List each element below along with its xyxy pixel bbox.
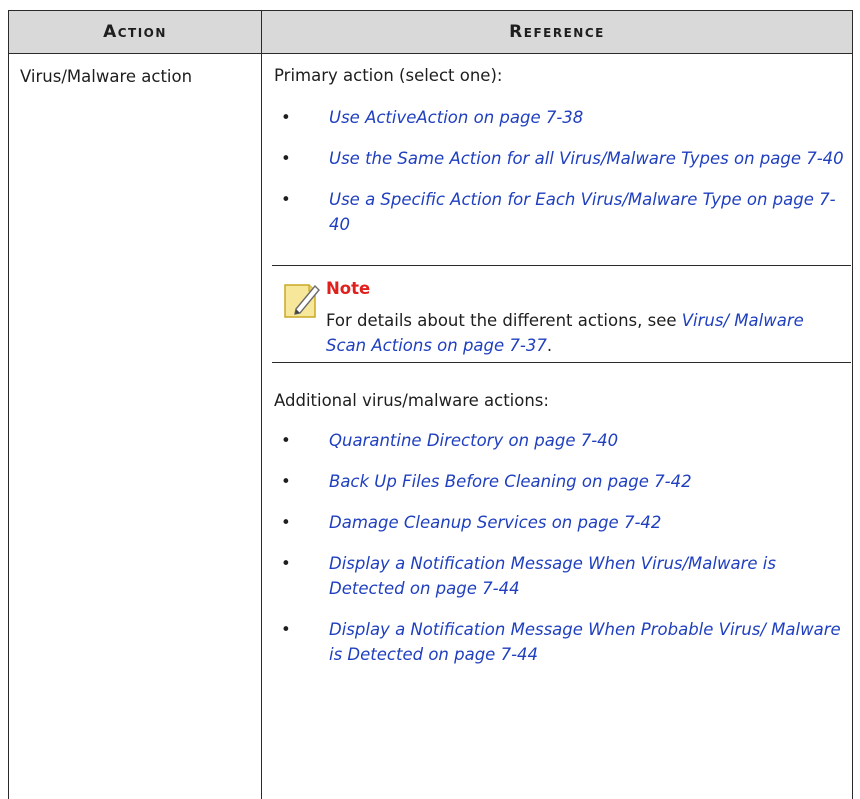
list-item: • Use a Specific Action for Each Virus/M…	[274, 187, 852, 237]
primary-action-intro: Primary action (select one):	[274, 66, 852, 85]
link-damage-cleanup-services[interactable]: Damage Cleanup Services on page 7-42	[329, 513, 661, 532]
column-header-reference: Reference	[262, 11, 853, 54]
bullet: •	[281, 105, 291, 130]
additional-action-list: • Quarantine Directory on page 7-40 • Ba…	[274, 428, 852, 667]
list-item: • Back Up Files Before Cleaning on page …	[274, 469, 852, 494]
bullet: •	[281, 469, 291, 494]
list-item: • Display a Notification Message When Pr…	[274, 617, 852, 667]
reference-table: Action Reference Virus/Malware action Pr…	[8, 10, 853, 799]
column-header-action: Action	[9, 11, 262, 54]
bullet: •	[281, 146, 291, 171]
note-text-prefix: For details about the different actions,…	[326, 311, 682, 330]
link-notification-virus-detected[interactable]: Display a Notification Message When Viru…	[329, 554, 776, 598]
list-item: • Display a Notification Message When Vi…	[274, 551, 852, 601]
note-text-suffix: .	[547, 336, 552, 355]
table-row: Virus/Malware action Primary action (sel…	[9, 54, 853, 799]
table-header-row: Action Reference	[9, 11, 853, 54]
bullet: •	[281, 428, 291, 453]
reference-cell: Primary action (select one): • Use Activ…	[262, 54, 853, 799]
link-use-activeaction[interactable]: Use ActiveAction on page 7-38	[329, 108, 583, 127]
list-item: • Use the Same Action for all Virus/Malw…	[274, 146, 852, 171]
pencil-note-icon	[282, 280, 322, 320]
bullet: •	[281, 187, 291, 212]
note-text: For details about the different actions,…	[326, 308, 846, 358]
action-cell: Virus/Malware action	[9, 54, 262, 799]
bullet: •	[281, 551, 291, 576]
link-notification-probable-virus-detected[interactable]: Display a Notification Message When Prob…	[329, 620, 841, 664]
link-back-up-files[interactable]: Back Up Files Before Cleaning on page 7-…	[329, 472, 692, 491]
list-item: • Damage Cleanup Services on page 7-42	[274, 510, 852, 535]
primary-action-list: • Use ActiveAction on page 7-38 • Use th…	[274, 105, 852, 237]
bullet: •	[281, 617, 291, 642]
link-use-same-action[interactable]: Use the Same Action for all Virus/Malwar…	[329, 149, 844, 168]
list-item: • Use ActiveAction on page 7-38	[274, 105, 852, 130]
link-use-specific-action[interactable]: Use a Specific Action for Each Virus/Mal…	[329, 190, 836, 234]
additional-action-intro: Additional virus/malware actions:	[274, 391, 852, 410]
note-box: Note For details about the different act…	[272, 265, 851, 363]
link-quarantine-directory[interactable]: Quarantine Directory on page 7-40	[329, 431, 618, 450]
list-item: • Quarantine Directory on page 7-40	[274, 428, 852, 453]
bullet: •	[281, 510, 291, 535]
note-title: Note	[326, 279, 370, 298]
